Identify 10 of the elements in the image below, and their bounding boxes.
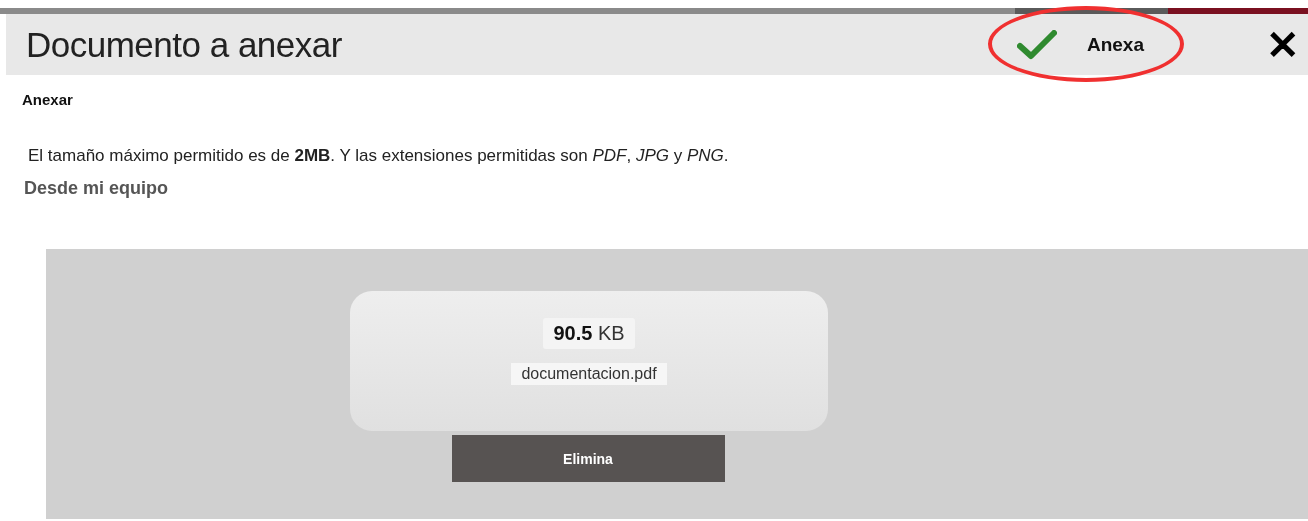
section-title: Anexar — [22, 91, 74, 108]
confirm-button[interactable]: Anexa — [1008, 29, 1152, 60]
delete-button[interactable]: Elimina — [451, 435, 725, 482]
source-label: Desde mi equipo — [24, 178, 170, 199]
file-name: documentacion.pdf — [511, 363, 667, 385]
check-icon — [1016, 29, 1057, 60]
close-button[interactable]: ✕ — [1262, 24, 1304, 65]
dialog-title: Documento a anexar — [26, 24, 343, 65]
info-text: El tamaño máximo permitido es de 2MB. Y las extensiones permitidas son PDF, JPG y PNG. — [28, 146, 730, 166]
file-size: 90.5 KB — [543, 318, 635, 349]
